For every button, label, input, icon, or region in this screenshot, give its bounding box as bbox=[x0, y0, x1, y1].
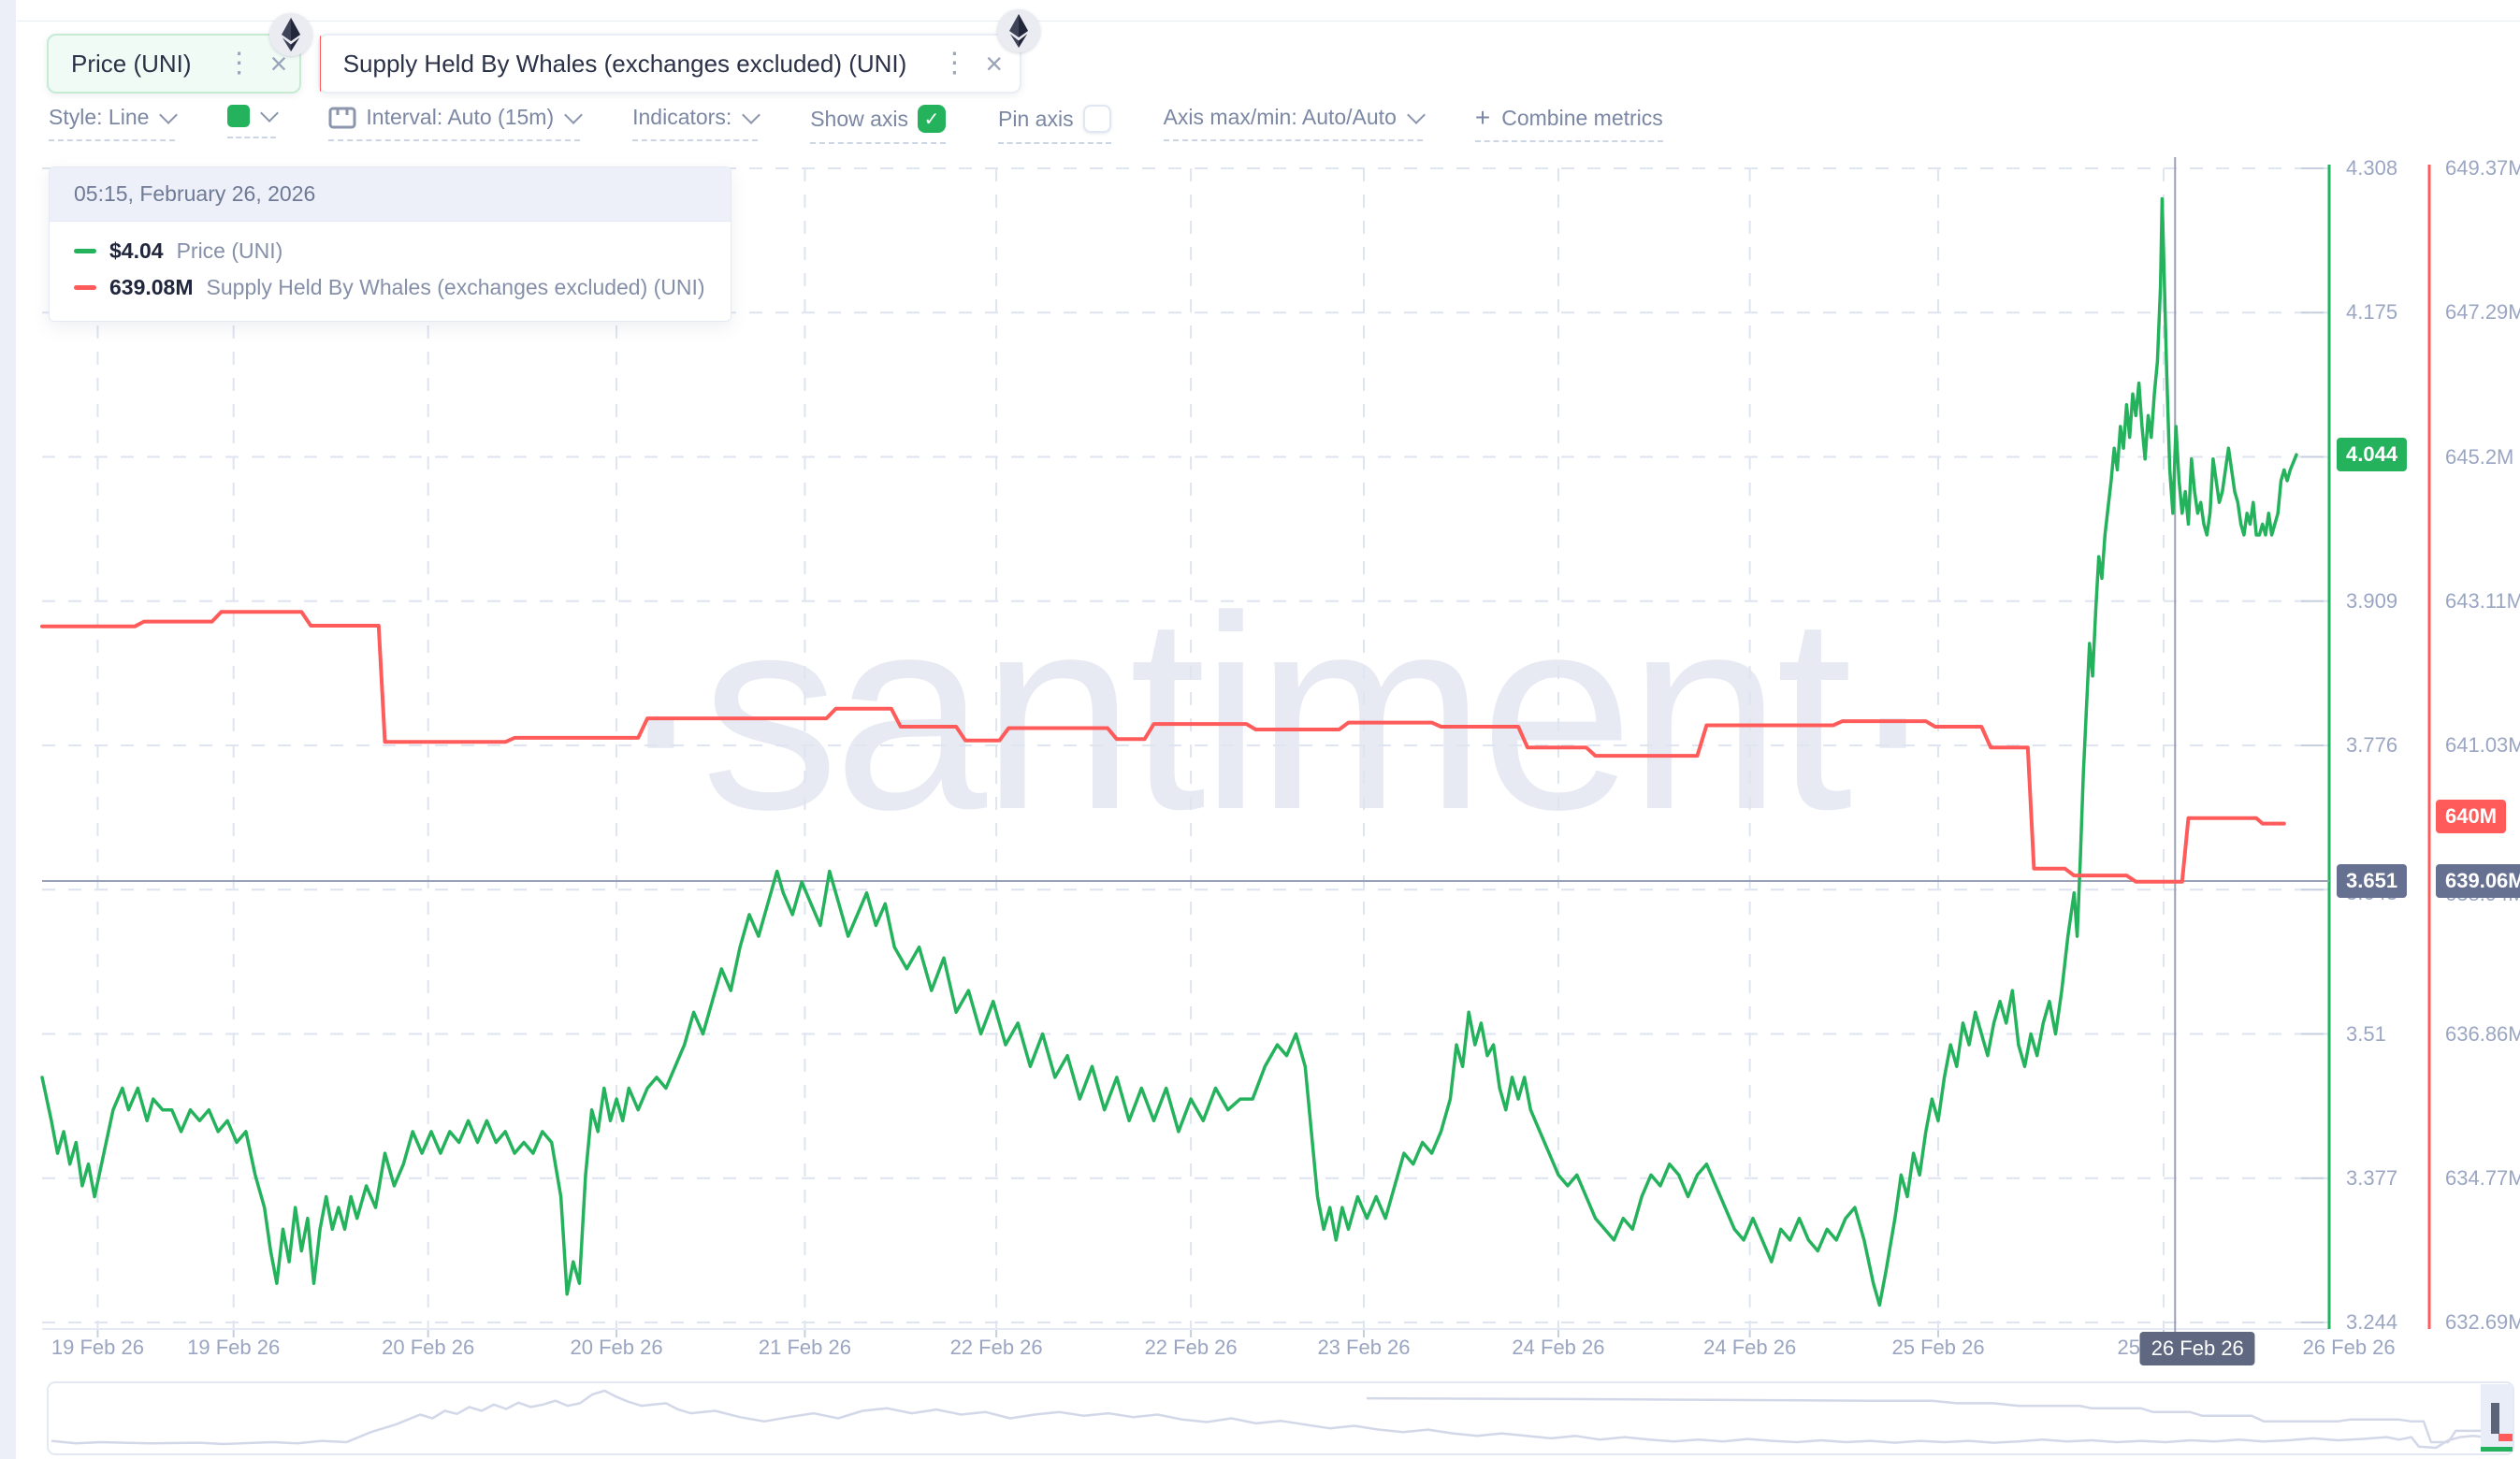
tooltip-supply-value: 639.08M bbox=[109, 275, 194, 300]
santiment-chart-page: ·santiment· 4.3084.1753.9093.7763.513.37… bbox=[0, 0, 2520, 1459]
price-line-series bbox=[42, 199, 2296, 1306]
tooltip-price-value: $4.04 bbox=[109, 238, 164, 264]
tooltip-price-label: Price (UNI) bbox=[177, 238, 283, 264]
chart-tooltip: 05:15, February 26, 2026 $4.04 Price (UN… bbox=[49, 166, 731, 322]
minimap-supply-marker bbox=[2498, 1434, 2513, 1441]
tooltip-row-supply: 639.08M Supply Held By Whales (exchanges… bbox=[74, 275, 706, 300]
minimap-range-selector[interactable] bbox=[48, 1382, 2513, 1454]
minimap-handle-bar bbox=[2491, 1403, 2499, 1434]
price-series-dash-icon bbox=[74, 249, 96, 253]
supply-line-series bbox=[42, 612, 2284, 882]
tooltip-timestamp: 05:15, February 26, 2026 bbox=[50, 167, 731, 222]
tooltip-row-price: $4.04 Price (UNI) bbox=[74, 238, 706, 264]
supply-series-dash-icon bbox=[74, 285, 96, 290]
minimap-price-marker bbox=[2481, 1447, 2513, 1452]
tooltip-supply-label: Supply Held By Whales (exchanges exclude… bbox=[207, 275, 705, 300]
